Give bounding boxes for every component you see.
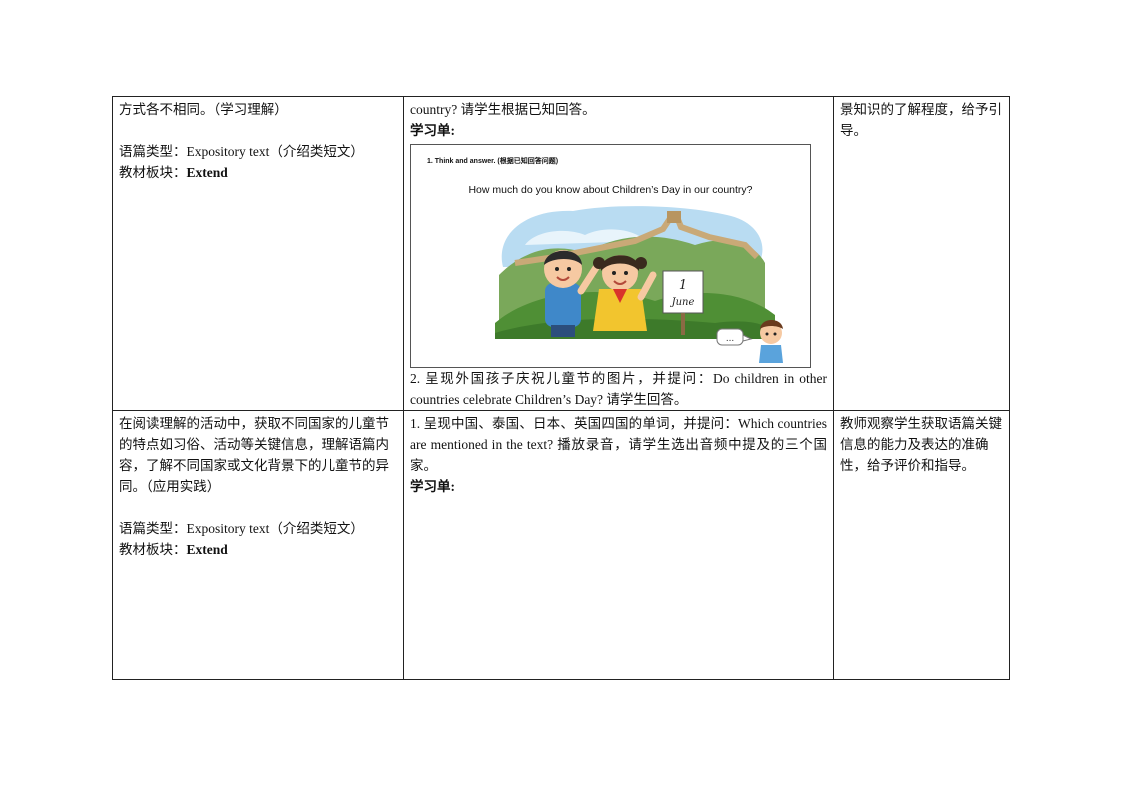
activity-cell: 1. 呈现中国、泰国、日本、英国四国的单词，并提问：Which countrie… bbox=[403, 410, 834, 680]
assessment-text: 景知识的了解程度，给予引导。 bbox=[840, 102, 1002, 138]
module-value: Extend bbox=[186, 165, 228, 180]
objective-text: 在阅读理解的活动中，获取不同国家的儿童节的特点如习俗、活动等关键信息，理解语篇内… bbox=[119, 416, 389, 494]
assessment-text: 教师观察学生获取语篇关键信息的能力及表达的准确性，给予评价和指导。 bbox=[840, 416, 1002, 473]
module-label: 教材板块： bbox=[119, 165, 187, 180]
objective-cell: 在阅读理解的活动中，获取不同国家的儿童节的特点如习俗、活动等关键信息，理解语篇内… bbox=[112, 410, 404, 680]
module-line: 教材板块：Extend bbox=[119, 162, 397, 183]
activity-step1-text: 1. 呈现中国、泰国、日本、英国四国的单词，并提问：Which countrie… bbox=[410, 416, 827, 473]
sign-month: June bbox=[670, 297, 695, 308]
module-label: 教材板块： bbox=[119, 542, 187, 557]
girl-figure bbox=[593, 255, 657, 331]
worksheet-image: 1. Think and answer. (根据已知回答问题) How much… bbox=[410, 144, 811, 368]
activity-intro-text: country? 请学生根据已知回答。 bbox=[410, 102, 596, 117]
childrens-day-illustration: 1 June ... bbox=[495, 206, 783, 363]
genre-line: 语篇类型：Expository text（介绍类短文） bbox=[119, 518, 397, 539]
objective-text: 方式各不相同。（学习理解） bbox=[119, 102, 288, 117]
worksheet-heading: 1. Think and answer. (根据已知回答问题) bbox=[427, 158, 559, 165]
assessment-cell: 教师观察学生获取语篇关键信息的能力及表达的准确性，给予评价和指导。 bbox=[833, 410, 1010, 680]
lesson-plan-table: 方式各不相同。（学习理解） 语篇类型：Expository text（介绍类短文… bbox=[112, 96, 1010, 680]
small-boy-figure bbox=[759, 320, 783, 363]
activity-step2-text: 2. 呈现外国孩子庆祝儿童节的图片，并提问：Do children in oth… bbox=[410, 371, 827, 407]
worksheet-label: 学习单: bbox=[410, 123, 455, 138]
module-value: Extend bbox=[186, 542, 228, 557]
assessment-cell: 景知识的了解程度，给予引导。 bbox=[833, 96, 1010, 411]
sign-number: 1 bbox=[679, 278, 687, 293]
module-line: 教材板块：Extend bbox=[119, 539, 397, 560]
genre-line: 语篇类型：Expository text（介绍类短文） bbox=[119, 141, 397, 162]
activity-cell: country? 请学生根据已知回答。 学习单: 1. Think and an… bbox=[403, 96, 834, 411]
objective-cell: 方式各不相同。（学习理解） 语篇类型：Expository text（介绍类短文… bbox=[112, 96, 404, 411]
worksheet-label: 学习单: bbox=[410, 479, 455, 494]
table-row: 在阅读理解的活动中，获取不同国家的儿童节的特点如习俗、活动等关键信息，理解语篇内… bbox=[112, 410, 1010, 680]
speech-bubble-text: ... bbox=[726, 333, 734, 344]
genre-label: 语篇类型： bbox=[119, 144, 187, 159]
genre-value: Expository text（介绍类短文） bbox=[186, 521, 364, 536]
table-row: 方式各不相同。（学习理解） 语篇类型：Expository text（介绍类短文… bbox=[112, 96, 1010, 411]
genre-value: Expository text（介绍类短文） bbox=[186, 144, 364, 159]
genre-label: 语篇类型： bbox=[119, 521, 187, 536]
worksheet-question: How much do you know about Children’s Da… bbox=[468, 184, 753, 196]
